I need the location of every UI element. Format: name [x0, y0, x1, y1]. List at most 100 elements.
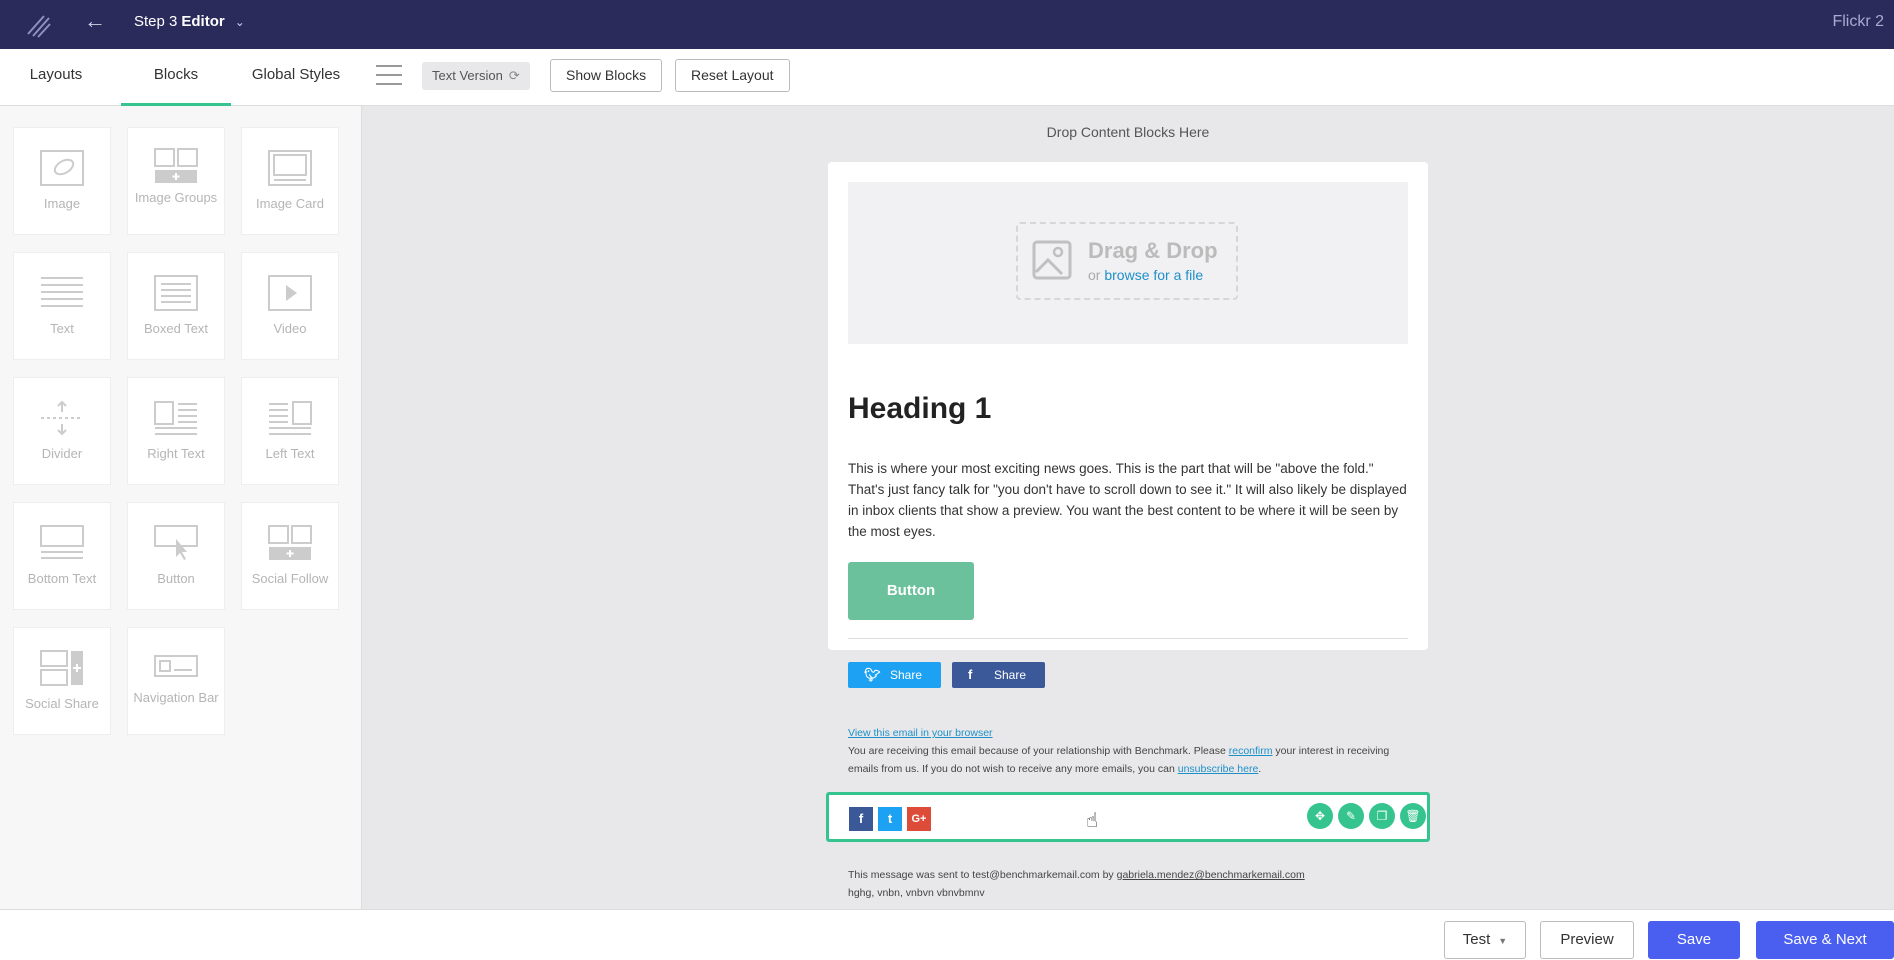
editor-toolbar: Layouts Blocks Global Styles Text Versio… — [0, 49, 1894, 106]
show-blocks-button[interactable]: Show Blocks — [550, 59, 663, 92]
save-button[interactable]: Save — [1648, 921, 1740, 959]
block-label: Button — [157, 571, 195, 586]
block-video[interactable]: Video — [241, 252, 339, 360]
move-icon[interactable]: ✥ — [1307, 803, 1333, 829]
block-bottom-text[interactable]: Bottom Text — [13, 502, 111, 610]
test-label: Test — [1462, 931, 1491, 948]
drag-drop-subtitle: or browse for a file — [1088, 267, 1203, 283]
drop-zone-hint: Drop Content Blocks Here — [1046, 124, 1210, 140]
block-image-card[interactable]: Image Card — [241, 127, 339, 235]
text-version-label: Text Version — [432, 68, 503, 83]
block-label: Image — [43, 196, 81, 211]
step-selector[interactable]: Step 3 Editor ⌄ — [134, 13, 245, 30]
block-social-follow[interactable]: Social Follow — [241, 502, 339, 610]
back-arrow-icon[interactable]: ← — [84, 8, 106, 34]
sent-info: This message was sent to test@benchmarke… — [848, 866, 1448, 902]
image-groups-icon — [154, 148, 198, 183]
social-share-icon — [40, 650, 83, 686]
preview-button[interactable]: Preview — [1540, 921, 1634, 959]
block-button[interactable]: Button — [127, 502, 225, 610]
step-name: Editor — [181, 13, 225, 30]
block-label: Image Card — [256, 196, 324, 211]
video-icon — [268, 275, 312, 311]
reset-layout-button[interactable]: Reset Layout — [675, 59, 790, 92]
block-label: Text — [50, 321, 74, 336]
block-image[interactable]: Image — [13, 127, 111, 235]
block-label: Left Text — [265, 446, 315, 461]
top-bar: ← Step 3 Editor ⌄ Flickr 2 — [0, 0, 1894, 49]
block-label: Bottom Text — [27, 571, 97, 586]
save-next-button[interactable]: Save & Next — [1756, 921, 1894, 959]
block-label: Navigation Bar — [133, 690, 219, 705]
benchmark-logo-icon[interactable] — [24, 10, 54, 40]
tab-layouts[interactable]: Layouts — [0, 49, 112, 106]
facebook-icon: f — [968, 667, 973, 682]
block-divider[interactable]: Divider — [13, 377, 111, 485]
tab-blocks[interactable]: Blocks — [121, 49, 231, 106]
campaign-name: Flickr 2 — [1832, 13, 1884, 30]
email-cta-button[interactable]: Button — [848, 562, 974, 620]
sender-address: hghg, vnbn, vnbvn vbnvbmnv — [848, 887, 985, 899]
sent-prefix: This message was sent to test@benchmarke… — [848, 869, 1117, 881]
sync-icon: ⟳ — [508, 68, 520, 83]
duplicate-icon[interactable]: ❐ — [1369, 803, 1395, 829]
email-heading[interactable]: Heading 1 — [848, 392, 991, 426]
blocks-sidebar: Image Image Groups Image Card Text Boxed… — [0, 106, 362, 909]
view-in-browser-link[interactable]: View this email in your browser — [848, 727, 993, 739]
twitter-share-label: Share — [890, 668, 923, 682]
email-paragraph[interactable]: This is where your most exciting news go… — [848, 458, 1408, 542]
block-image-groups[interactable]: Image Groups — [127, 127, 225, 235]
block-label: Social Follow — [251, 571, 329, 586]
text-icon — [41, 277, 83, 307]
facebook-follow-icon[interactable]: f — [849, 807, 873, 831]
image-drop-zone[interactable]: Drag & Drop or browse for a file — [848, 182, 1408, 344]
or-text: or — [1088, 267, 1101, 283]
email-body: Drag & Drop or browse for a file Heading… — [828, 162, 1428, 650]
block-social-share[interactable]: Social Share — [13, 627, 111, 735]
menu-icon[interactable] — [376, 65, 402, 87]
facebook-share-label: Share — [994, 668, 1027, 682]
twitter-icon: 🐦︎ — [864, 667, 881, 682]
right-text-icon — [154, 401, 197, 435]
block-right-text[interactable]: Right Text — [127, 377, 225, 485]
chevron-down-icon: ⌄ — [234, 15, 245, 29]
test-dropdown-button[interactable]: Test ▼ — [1444, 921, 1526, 959]
image-icon — [40, 150, 84, 186]
edit-icon[interactable]: ✎ — [1338, 803, 1364, 829]
twitter-follow-icon[interactable]: t — [878, 807, 902, 831]
block-label: Boxed Text — [143, 321, 209, 336]
google-plus-follow-icon[interactable]: G+ — [907, 807, 931, 831]
block-navigation-bar[interactable]: Navigation Bar — [127, 627, 225, 735]
reconfirm-link[interactable]: reconfirm — [1229, 745, 1273, 757]
footer-period: . — [1258, 763, 1262, 775]
block-label: Right Text — [147, 446, 205, 461]
twitter-share-button[interactable]: 🐦︎ Share — [848, 662, 941, 688]
bottom-action-bar: Test ▼ Preview Save Save & Next — [0, 909, 1894, 960]
step-label: Step 3 — [134, 13, 178, 30]
facebook-share-button[interactable]: f Share — [952, 662, 1045, 688]
footer-text-1: You are receiving this email because of … — [848, 745, 1229, 757]
email-footer: View this email in your browser You are … — [848, 724, 1408, 778]
button-icon — [154, 525, 198, 560]
unsubscribe-link[interactable]: unsubscribe here — [1178, 763, 1259, 775]
hand-cursor-icon: ☝︎ — [1086, 810, 1099, 832]
caret-down-icon: ▼ — [1498, 936, 1508, 946]
drag-drop-box[interactable]: Drag & Drop or browse for a file — [1016, 222, 1238, 300]
delete-icon[interactable]: 🗑︎ — [1400, 803, 1426, 829]
browse-file-link[interactable]: browse for a file — [1104, 267, 1203, 283]
block-label: Social Share — [25, 696, 99, 711]
image-card-icon — [268, 150, 312, 186]
sender-email[interactable]: gabriela.mendez@benchmarkemail.com — [1117, 869, 1305, 881]
block-boxed-text[interactable]: Boxed Text — [127, 252, 225, 360]
boxed-text-icon — [154, 275, 198, 311]
tab-global-styles[interactable]: Global Styles — [242, 49, 350, 106]
block-text[interactable]: Text — [13, 252, 111, 360]
block-left-text[interactable]: Left Text — [241, 377, 339, 485]
divider-icon — [41, 400, 83, 436]
text-version-toggle[interactable]: Text Version ⟳ — [422, 62, 530, 90]
bottom-text-icon — [40, 525, 84, 559]
social-follow-icon — [268, 525, 312, 560]
selected-social-follow-block[interactable]: f t G+ ✥ ✎ ❐ 🗑︎ — [826, 792, 1430, 842]
email-divider — [848, 638, 1408, 639]
editor-canvas: Drop Content Blocks Here Drag & Drop or … — [362, 106, 1894, 909]
